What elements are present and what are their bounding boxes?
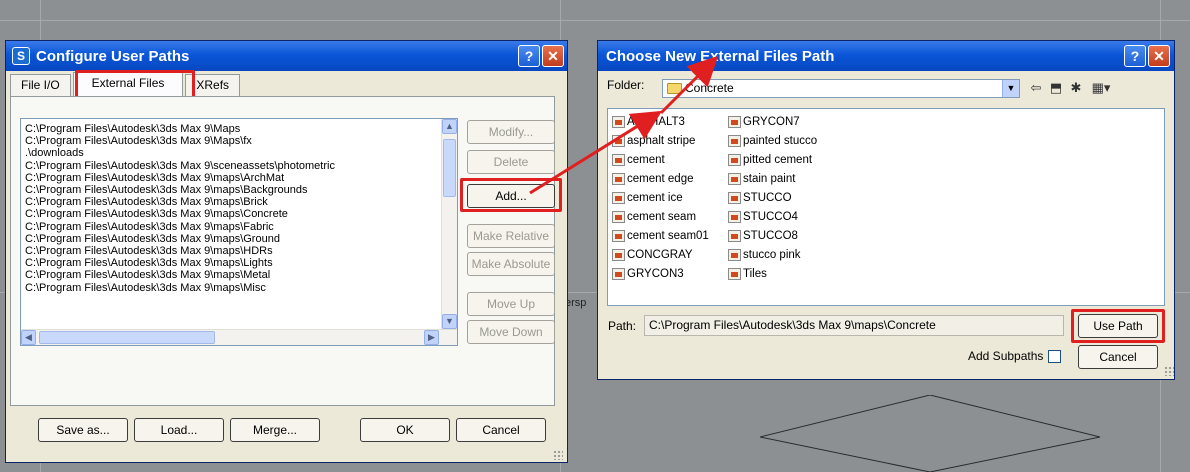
- arrow-add-to-folder: [529, 110, 663, 195]
- arrow-to-title: [659, 55, 719, 115]
- annotation-arrows: [529, 55, 719, 195]
